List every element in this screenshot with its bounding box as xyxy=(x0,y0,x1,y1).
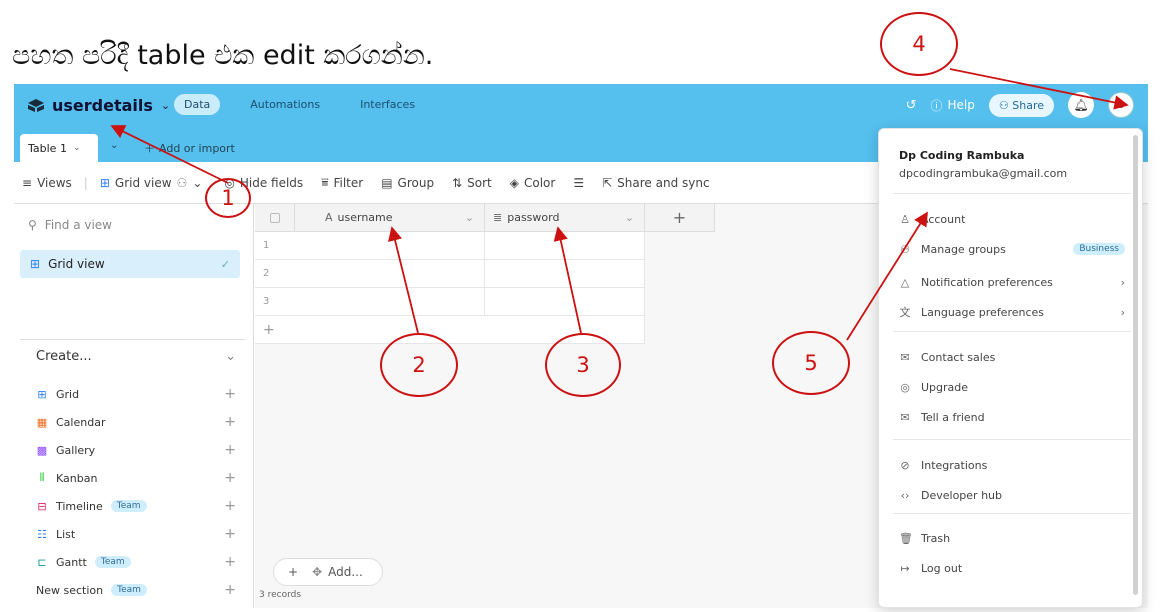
annotation-arrow-2 xyxy=(388,226,419,334)
annotation-circle-3: 3 xyxy=(545,333,621,397)
annotation-circle-1: 1 xyxy=(205,178,251,218)
annotation-circle-4: 4 xyxy=(880,12,958,76)
annotation-arrow-5 xyxy=(846,211,928,341)
annotation-arrow-3 xyxy=(553,226,582,334)
annotation-arrow-4 xyxy=(949,68,1129,110)
annotation-circle-5: 5 xyxy=(772,331,850,395)
annotation-circle-2: 2 xyxy=(380,333,458,397)
annotation-arrow-1 xyxy=(110,125,229,184)
annotation-arrows xyxy=(110,68,1129,341)
